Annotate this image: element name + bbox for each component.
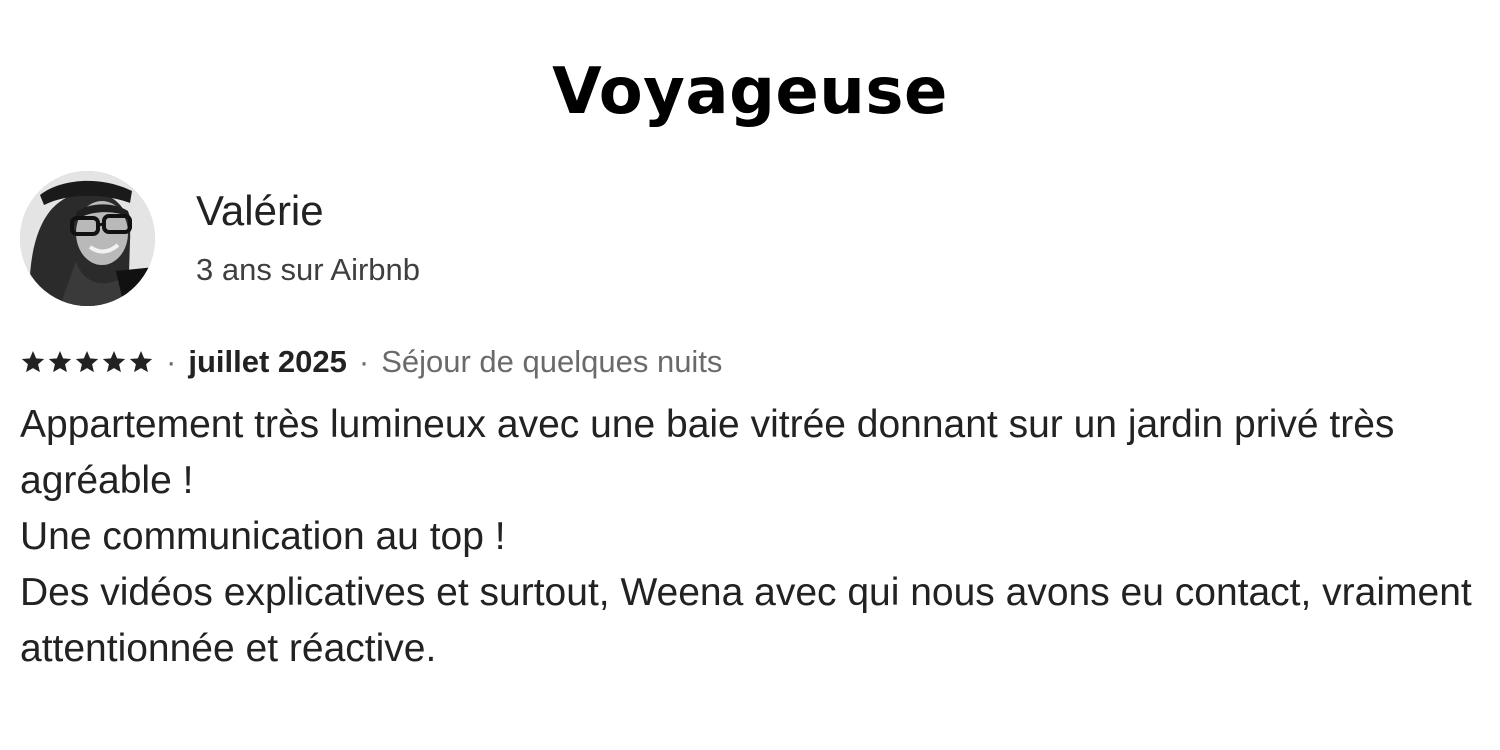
reviewer-tenure: 3 ans sur Airbnb <box>196 252 421 287</box>
avatar[interactable] <box>20 171 155 306</box>
star-icon <box>102 350 126 373</box>
star-rating <box>20 349 154 375</box>
review-line: Une communication au top ! <box>20 515 506 558</box>
review-line: Appartement très lumineux avec une baie … <box>20 403 1395 502</box>
review-line: Des vidéos explicatives et surtout, Ween… <box>20 571 1472 670</box>
star-icon <box>75 350 99 373</box>
person-photo-icon <box>20 171 155 306</box>
reviewer-name: Valérie <box>196 187 324 234</box>
separator-dot: · <box>358 344 370 379</box>
review-meta: · juillet 2025 · Séjour de quelques nuit… <box>20 340 722 384</box>
stay-type: Séjour de quelques nuits <box>381 344 723 379</box>
page-title: Voyageuse <box>552 55 948 129</box>
star-icon <box>48 350 72 373</box>
review-text: Appartement très lumineux avec une baie … <box>20 397 1480 677</box>
review-date: juillet 2025 <box>188 344 347 379</box>
star-icon <box>21 350 45 373</box>
star-icon <box>129 350 153 373</box>
separator-dot: · <box>166 344 177 379</box>
